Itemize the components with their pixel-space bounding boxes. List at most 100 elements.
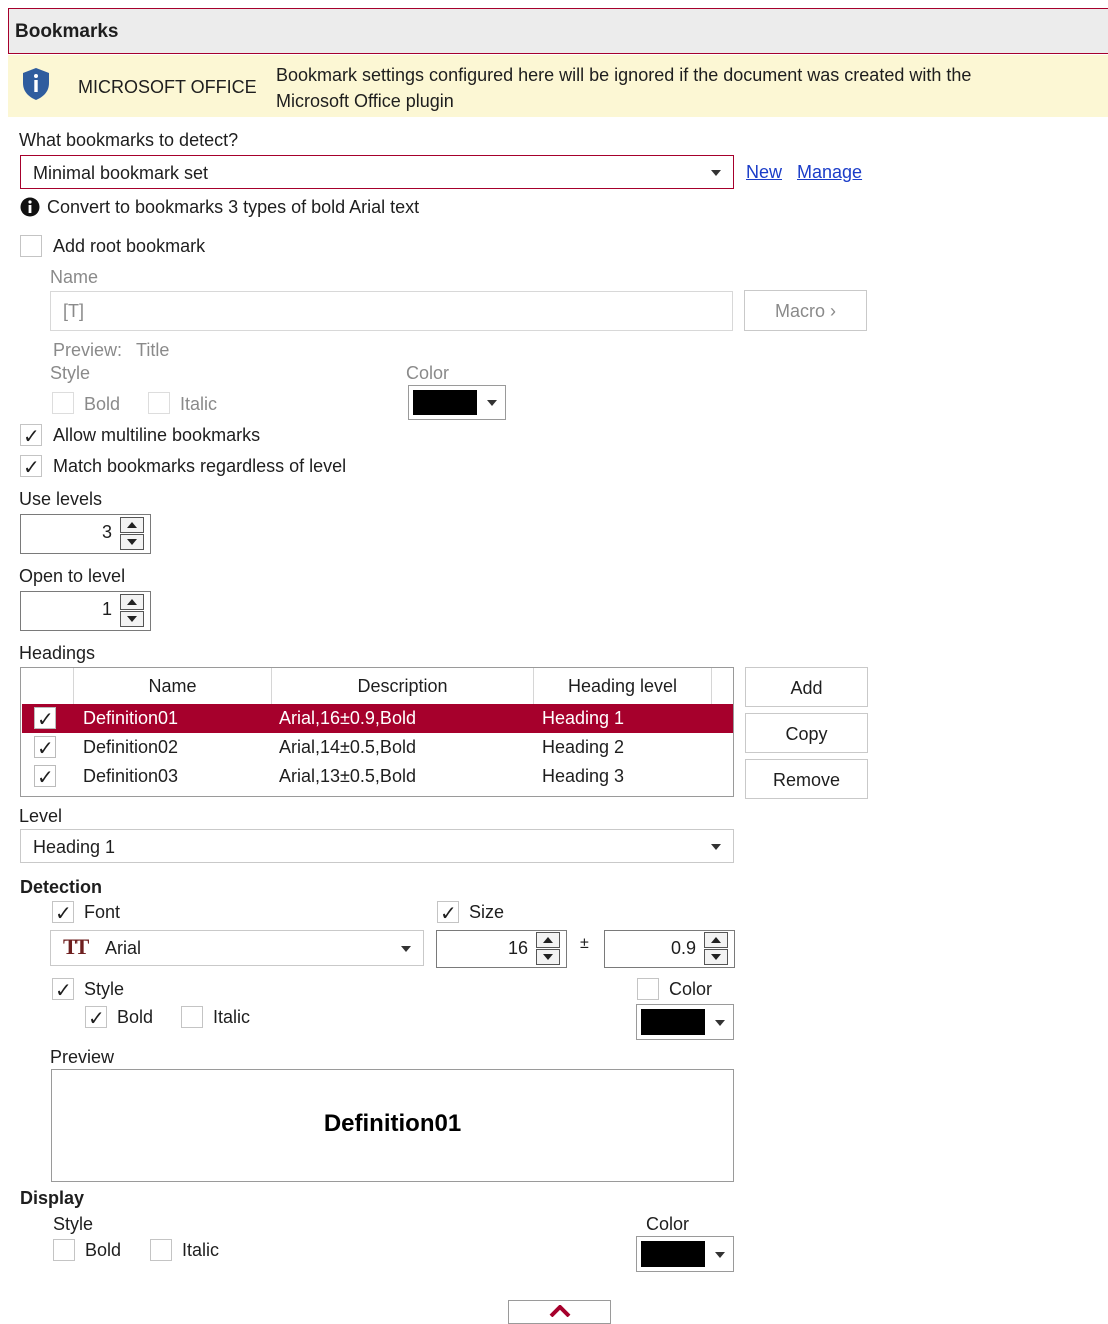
row-name: Definition03: [83, 766, 179, 786]
tolerance-value: 0.9: [670, 938, 696, 958]
add-root-bookmark-checkbox[interactable]: [20, 235, 42, 257]
use-levels-spinner[interactable]: 3: [20, 514, 151, 554]
size-spinner[interactable]: 16: [436, 930, 567, 968]
display-title: Display: [20, 1188, 85, 1208]
root-preview-label: Preview:: [53, 340, 123, 360]
copy-heading-button[interactable]: Copy: [745, 713, 868, 753]
root-name-value: [T]: [63, 301, 84, 321]
plusminus-symbol: ±: [580, 935, 589, 952]
chevron-down-icon: [711, 170, 721, 176]
size-checkbox[interactable]: ✓: [437, 901, 459, 925]
spin-up-icon[interactable]: [704, 932, 728, 948]
preview-text: Definition01: [323, 1110, 462, 1137]
manage-link[interactable]: Manage: [797, 162, 862, 183]
column-header-description[interactable]: Description: [272, 668, 534, 704]
font-label: Font: [84, 902, 121, 922]
level-select[interactable]: Heading 1: [20, 829, 734, 863]
row-level: Heading 2: [542, 737, 625, 757]
chevron-up-icon: [549, 1305, 571, 1317]
spin-down-icon[interactable]: [704, 949, 728, 965]
table-row[interactable]: ✓ Definition03 Arial,13±0.5,Bold Heading…: [22, 762, 733, 791]
root-color-swatch: [413, 390, 477, 415]
remove-heading-button[interactable]: Remove: [745, 759, 868, 799]
use-levels-value: 3: [101, 522, 112, 542]
color-checkbox[interactable]: [637, 978, 659, 1000]
open-level-spinner[interactable]: 1: [20, 591, 151, 631]
root-name-label: Name: [50, 267, 99, 287]
display-style-label: Style: [53, 1214, 94, 1234]
level-label: Level: [19, 806, 63, 826]
detection-color-picker[interactable]: [636, 1004, 734, 1040]
banner-message-line1: Bookmark settings configured here will b…: [276, 65, 972, 85]
row-checkbox[interactable]: ✓: [34, 765, 56, 789]
add-root-bookmark-label: Add root bookmark: [53, 236, 206, 256]
banner-product: MICROSOFT OFFICE: [78, 77, 257, 97]
column-header-check: [21, 668, 74, 704]
table-row[interactable]: ✓ Definition02 Arial,14±0.5,Bold Heading…: [22, 733, 733, 762]
bookmark-set-value: Minimal bookmark set: [33, 163, 209, 183]
root-bold-checkbox[interactable]: [52, 392, 74, 414]
open-level-value: 1: [101, 599, 112, 619]
row-level: Heading 3: [542, 766, 625, 786]
spin-down-icon[interactable]: [120, 534, 144, 550]
use-levels-label: Use levels: [19, 489, 103, 509]
preview-box: Definition01: [51, 1069, 734, 1182]
display-bold-checkbox[interactable]: [53, 1239, 75, 1261]
root-color-label: Color: [406, 363, 450, 383]
detection-color-swatch: [641, 1009, 705, 1035]
root-italic-checkbox[interactable]: [148, 392, 170, 414]
chevron-down-icon: [715, 1252, 725, 1258]
macro-button[interactable]: Macro ›: [744, 290, 867, 331]
display-bold-label: Bold: [85, 1240, 122, 1260]
root-name-input[interactable]: [T]: [50, 291, 733, 331]
row-checkbox[interactable]: ✓: [34, 707, 56, 731]
row-description: Arial,13±0.5,Bold: [279, 766, 416, 786]
info-banner: MICROSOFT OFFICE Bookmark settings confi…: [8, 55, 1108, 117]
font-select[interactable]: TT Arial: [50, 930, 424, 966]
display-italic-label: Italic: [182, 1240, 220, 1260]
font-checkbox[interactable]: ✓: [52, 901, 74, 925]
detection-color-label: Color: [669, 979, 713, 999]
multiline-label: Allow multiline bookmarks: [53, 425, 261, 445]
regardless-label: Match bookmarks regardless of level: [53, 456, 347, 476]
root-bold-label: Bold: [84, 394, 121, 414]
level-value: Heading 1: [33, 837, 116, 857]
font-tt-icon: TT: [63, 934, 89, 959]
chevron-down-icon: [401, 946, 411, 952]
headings-table: Name Description Heading level ✓ Definit…: [20, 667, 734, 797]
style-label: Style: [84, 979, 125, 999]
open-level-label: Open to level: [19, 566, 126, 586]
detect-label: What bookmarks to detect?: [19, 130, 239, 150]
chevron-down-icon: [715, 1020, 725, 1026]
display-color-picker[interactable]: [636, 1236, 734, 1272]
column-header-level[interactable]: Heading level: [534, 668, 712, 704]
spin-up-icon[interactable]: [536, 932, 560, 948]
new-link[interactable]: New: [746, 162, 782, 183]
root-color-picker[interactable]: [408, 385, 506, 420]
display-color-swatch: [641, 1241, 705, 1267]
tolerance-spinner[interactable]: 0.9: [604, 930, 735, 968]
size-label: Size: [469, 902, 505, 922]
spin-down-icon[interactable]: [536, 949, 560, 965]
multiline-checkbox[interactable]: ✓: [20, 424, 42, 448]
style-checkbox[interactable]: ✓: [52, 978, 74, 1002]
spin-up-icon[interactable]: [120, 594, 144, 610]
preview-label: Preview: [50, 1047, 115, 1067]
display-italic-checkbox[interactable]: [150, 1239, 172, 1261]
collapse-button[interactable]: [508, 1300, 611, 1324]
display-color-label: Color: [646, 1214, 690, 1234]
spin-up-icon[interactable]: [120, 517, 144, 533]
spin-down-icon[interactable]: [120, 611, 144, 627]
bookmark-set-select[interactable]: Minimal bookmark set: [20, 155, 734, 189]
column-header-name[interactable]: Name: [74, 668, 272, 704]
detection-bold-checkbox[interactable]: ✓: [85, 1006, 107, 1030]
row-description: Arial,16±0.9,Bold: [279, 708, 416, 728]
root-italic-label: Italic: [180, 394, 218, 414]
detection-italic-checkbox[interactable]: [181, 1006, 203, 1028]
chevron-down-icon: [711, 844, 721, 850]
regardless-checkbox[interactable]: ✓: [20, 455, 42, 479]
row-checkbox[interactable]: ✓: [34, 736, 56, 760]
table-row[interactable]: ✓ Definition01 Arial,16±0.9,Bold Heading…: [22, 704, 733, 733]
add-heading-button[interactable]: Add: [745, 667, 868, 707]
font-value: Arial: [105, 938, 142, 958]
